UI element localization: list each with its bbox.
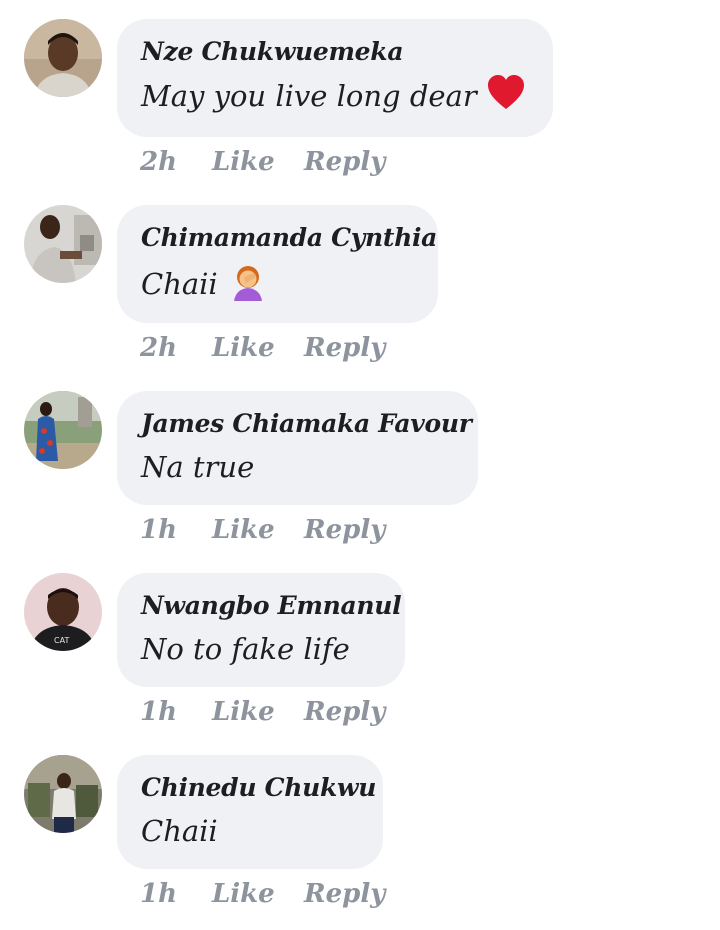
facepalm-icon bbox=[228, 261, 268, 311]
comment-text: May you live long dear bbox=[141, 75, 529, 121]
comment-text-content: Chaii bbox=[141, 267, 218, 301]
reply-button[interactable]: Reply bbox=[304, 515, 385, 545]
avatar[interactable] bbox=[24, 755, 102, 833]
avatar[interactable] bbox=[24, 391, 102, 469]
comment-timestamp: 1h bbox=[140, 515, 177, 545]
comment-bubble: Nze Chukwuemeka May you live long dear bbox=[117, 19, 553, 137]
comment-timestamp: 2h bbox=[140, 333, 177, 363]
avatar-image: CAT bbox=[24, 573, 102, 651]
comment-bubble: Chinedu Chukwu Chaii bbox=[117, 755, 383, 869]
comment-actions: 2h Like Reply bbox=[140, 147, 385, 177]
svg-text:CAT: CAT bbox=[54, 636, 69, 645]
comment-timestamp: 2h bbox=[140, 147, 177, 177]
comment-timestamp: 1h bbox=[140, 697, 177, 727]
avatar-image bbox=[24, 205, 102, 283]
like-button[interactable]: Like bbox=[212, 515, 304, 545]
comment-text: Chaii bbox=[141, 814, 218, 848]
reply-button[interactable]: Reply bbox=[304, 879, 385, 909]
like-button[interactable]: Like bbox=[212, 147, 304, 177]
comment-author[interactable]: James Chiamaka Favour bbox=[141, 407, 472, 441]
comment-text: Na true bbox=[141, 450, 255, 484]
avatar[interactable]: CAT bbox=[24, 573, 102, 651]
reply-button[interactable]: Reply bbox=[304, 333, 385, 363]
like-button[interactable]: Like bbox=[212, 697, 304, 727]
comment-actions: 1h Like Reply bbox=[140, 879, 385, 909]
comment-timestamp: 1h bbox=[140, 879, 177, 909]
comment-text: Chaii bbox=[141, 261, 414, 311]
comment-author[interactable]: Nwangbo Emnanul bbox=[141, 589, 402, 623]
comment-text-content: May you live long dear bbox=[141, 79, 477, 113]
comment-bubble: Chimamanda Cynthia Chaii bbox=[117, 205, 438, 323]
comment-actions: 1h Like Reply bbox=[140, 697, 385, 727]
avatar[interactable] bbox=[24, 205, 102, 283]
comment-actions: 1h Like Reply bbox=[140, 515, 385, 545]
comment-bubble: James Chiamaka Favour Na true bbox=[117, 391, 478, 505]
like-button[interactable]: Like bbox=[212, 879, 304, 909]
comment-bubble: Nwangbo Emnanul No to fake life bbox=[117, 573, 405, 687]
reply-button[interactable]: Reply bbox=[304, 697, 385, 727]
avatar-image bbox=[24, 19, 102, 97]
comment-author[interactable]: Nze Chukwuemeka bbox=[141, 35, 529, 69]
comment-author[interactable]: Chimamanda Cynthia bbox=[141, 221, 437, 255]
like-button[interactable]: Like bbox=[212, 333, 304, 363]
comment-author[interactable]: Chinedu Chukwu bbox=[141, 771, 376, 805]
comment-actions: 2h Like Reply bbox=[140, 333, 385, 363]
red-heart-icon bbox=[487, 75, 525, 121]
avatar[interactable] bbox=[24, 19, 102, 97]
comment-text: No to fake life bbox=[141, 632, 350, 666]
reply-button[interactable]: Reply bbox=[304, 147, 385, 177]
avatar-image bbox=[24, 755, 102, 833]
avatar-image bbox=[24, 391, 102, 469]
